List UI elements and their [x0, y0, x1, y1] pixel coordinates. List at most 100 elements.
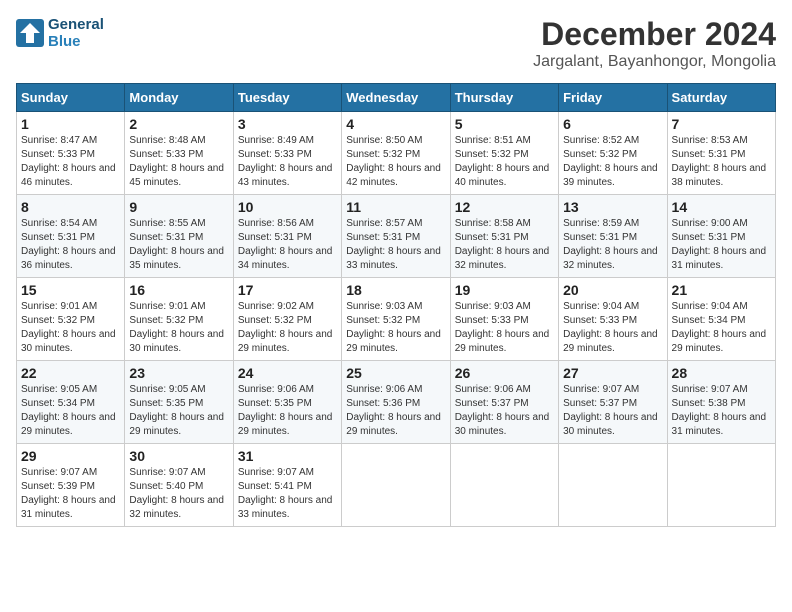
day-number: 31 [238, 448, 337, 464]
calendar-cell: 15 Sunrise: 9:01 AMSunset: 5:32 PMDayligh… [17, 278, 125, 361]
day-info: Sunrise: 9:06 AMSunset: 5:35 PMDaylight:… [238, 383, 337, 439]
day-number: 24 [238, 365, 337, 381]
calendar-week-row: 29Sunrise: 9:07 AMSunset: 5:39 PMDayligh… [17, 444, 776, 527]
month-title: December 2024 [533, 16, 776, 53]
calendar-cell: 25 Sunrise: 9:06 AMSunset: 5:36 PMDayligh… [342, 361, 450, 444]
day-info: Sunrise: 8:48 AMSunset: 5:33 PMDaylight:… [129, 134, 228, 190]
calendar-cell: 30 Sunrise: 9:07 AMSunset: 5:40 PMDayligh… [125, 444, 233, 527]
day-number: 5 [455, 116, 554, 132]
calendar-week-row: 15 Sunrise: 9:01 AMSunset: 5:32 PMDayligh… [17, 278, 776, 361]
day-number: 28 [672, 365, 771, 381]
day-info: Sunrise: 9:01 AMSunset: 5:32 PMDaylight:… [21, 300, 120, 356]
logo-line1: General [48, 16, 104, 33]
day-info: Sunrise: 8:58 AMSunset: 5:31 PMDaylight:… [455, 217, 554, 273]
logo-line2: Blue [48, 33, 104, 50]
day-info: Sunrise: 8:53 AMSunset: 5:31 PMDaylight:… [672, 134, 771, 190]
calendar-cell: 16 Sunrise: 9:01 AMSunset: 5:32 PMDayligh… [125, 278, 233, 361]
calendar-cell: 7 Sunrise: 8:53 AMSunset: 5:31 PMDaylight… [667, 112, 775, 195]
calendar-cell [559, 444, 667, 527]
day-info: Sunrise: 9:06 AMSunset: 5:36 PMDaylight:… [346, 383, 445, 439]
day-info: Sunrise: 9:02 AMSunset: 5:32 PMDaylight:… [238, 300, 337, 356]
day-info: Sunrise: 9:03 AMSunset: 5:32 PMDaylight:… [346, 300, 445, 356]
day-number: 16 [129, 282, 228, 298]
header-row: SundayMondayTuesdayWednesdayThursdayFrid… [17, 84, 776, 112]
calendar-cell [667, 444, 775, 527]
header-day: Tuesday [233, 84, 341, 112]
day-number: 22 [21, 365, 120, 381]
calendar-cell: 2 Sunrise: 8:48 AMSunset: 5:33 PMDaylight… [125, 112, 233, 195]
day-info: Sunrise: 8:51 AMSunset: 5:32 PMDaylight:… [455, 134, 554, 190]
calendar-cell: 27 Sunrise: 9:07 AMSunset: 5:37 PMDayligh… [559, 361, 667, 444]
calendar-cell: 26Sunrise: 9:06 AMSunset: 5:37 PMDayligh… [450, 361, 558, 444]
day-number: 7 [672, 116, 771, 132]
day-info: Sunrise: 8:49 AMSunset: 5:33 PMDaylight:… [238, 134, 337, 190]
calendar-cell: 8Sunrise: 8:54 AMSunset: 5:31 PMDaylight… [17, 195, 125, 278]
title-area: December 2024 Jargalant, Bayanhongor, Mo… [533, 16, 776, 71]
calendar-cell: 12 Sunrise: 8:58 AMSunset: 5:31 PMDayligh… [450, 195, 558, 278]
calendar-cell: 17 Sunrise: 9:02 AMSunset: 5:32 PMDayligh… [233, 278, 341, 361]
day-info: Sunrise: 9:04 AMSunset: 5:33 PMDaylight:… [563, 300, 662, 356]
day-number: 9 [129, 199, 228, 215]
day-info: Sunrise: 9:07 AMSunset: 5:40 PMDaylight:… [129, 466, 228, 522]
day-info: Sunrise: 8:56 AMSunset: 5:31 PMDaylight:… [238, 217, 337, 273]
calendar-cell: 22 Sunrise: 9:05 AMSunset: 5:34 PMDayligh… [17, 361, 125, 444]
day-number: 1 [21, 116, 120, 132]
calendar-cell: 4 Sunrise: 8:50 AMSunset: 5:32 PMDaylight… [342, 112, 450, 195]
day-number: 13 [563, 199, 662, 215]
header-day: Sunday [17, 84, 125, 112]
header-day: Wednesday [342, 84, 450, 112]
day-number: 3 [238, 116, 337, 132]
day-info: Sunrise: 8:55 AMSunset: 5:31 PMDaylight:… [129, 217, 228, 273]
day-number: 18 [346, 282, 445, 298]
day-info: Sunrise: 9:07 AMSunset: 5:38 PMDaylight:… [672, 383, 771, 439]
header-day: Monday [125, 84, 233, 112]
calendar-cell: 3 Sunrise: 8:49 AMSunset: 5:33 PMDaylight… [233, 112, 341, 195]
calendar-header: SundayMondayTuesdayWednesdayThursdayFrid… [17, 84, 776, 112]
calendar-week-row: 22 Sunrise: 9:05 AMSunset: 5:34 PMDayligh… [17, 361, 776, 444]
day-info: Sunrise: 9:01 AMSunset: 5:32 PMDaylight:… [129, 300, 228, 356]
day-number: 25 [346, 365, 445, 381]
calendar-week-row: 8Sunrise: 8:54 AMSunset: 5:31 PMDaylight… [17, 195, 776, 278]
day-info: Sunrise: 8:50 AMSunset: 5:32 PMDaylight:… [346, 134, 445, 190]
day-info: Sunrise: 9:04 AMSunset: 5:34 PMDaylight:… [672, 300, 771, 356]
calendar-cell: 13 Sunrise: 8:59 AMSunset: 5:31 PMDayligh… [559, 195, 667, 278]
day-info: Sunrise: 9:07 AMSunset: 5:41 PMDaylight:… [238, 466, 337, 522]
day-info: Sunrise: 9:03 AMSunset: 5:33 PMDaylight:… [455, 300, 554, 356]
calendar-cell: 21 Sunrise: 9:04 AMSunset: 5:34 PMDayligh… [667, 278, 775, 361]
logo-icon [16, 19, 44, 47]
day-number: 2 [129, 116, 228, 132]
day-info: Sunrise: 8:52 AMSunset: 5:32 PMDaylight:… [563, 134, 662, 190]
calendar-cell: 11Sunrise: 8:57 AMSunset: 5:31 PMDayligh… [342, 195, 450, 278]
day-number: 21 [672, 282, 771, 298]
day-number: 4 [346, 116, 445, 132]
day-number: 27 [563, 365, 662, 381]
calendar-cell: 5 Sunrise: 8:51 AMSunset: 5:32 PMDaylight… [450, 112, 558, 195]
calendar-cell: 20Sunrise: 9:04 AMSunset: 5:33 PMDayligh… [559, 278, 667, 361]
day-number: 12 [455, 199, 554, 215]
calendar-cell: 29Sunrise: 9:07 AMSunset: 5:39 PMDayligh… [17, 444, 125, 527]
day-info: Sunrise: 9:07 AMSunset: 5:39 PMDaylight:… [21, 466, 120, 522]
day-number: 8 [21, 199, 120, 215]
day-number: 15 [21, 282, 120, 298]
calendar-cell: 6 Sunrise: 8:52 AMSunset: 5:32 PMDaylight… [559, 112, 667, 195]
header-day: Friday [559, 84, 667, 112]
calendar-cell: 24 Sunrise: 9:06 AMSunset: 5:35 PMDayligh… [233, 361, 341, 444]
day-number: 30 [129, 448, 228, 464]
day-number: 6 [563, 116, 662, 132]
calendar-cell: 23 Sunrise: 9:05 AMSunset: 5:35 PMDayligh… [125, 361, 233, 444]
day-info: Sunrise: 9:05 AMSunset: 5:34 PMDaylight:… [21, 383, 120, 439]
calendar-cell [342, 444, 450, 527]
day-info: Sunrise: 9:07 AMSunset: 5:37 PMDaylight:… [563, 383, 662, 439]
calendar-cell: 14Sunrise: 9:00 AMSunset: 5:31 PMDayligh… [667, 195, 775, 278]
calendar-cell [450, 444, 558, 527]
calendar-cell: 10Sunrise: 8:56 AMSunset: 5:31 PMDayligh… [233, 195, 341, 278]
day-number: 23 [129, 365, 228, 381]
day-number: 19 [455, 282, 554, 298]
day-info: Sunrise: 9:05 AMSunset: 5:35 PMDaylight:… [129, 383, 228, 439]
day-number: 11 [346, 199, 445, 215]
location-title: Jargalant, Bayanhongor, Mongolia [533, 53, 776, 71]
calendar-cell: 1Sunrise: 8:47 AMSunset: 5:33 PMDaylight… [17, 112, 125, 195]
day-number: 17 [238, 282, 337, 298]
calendar-table: SundayMondayTuesdayWednesdayThursdayFrid… [16, 83, 776, 527]
day-info: Sunrise: 8:59 AMSunset: 5:31 PMDaylight:… [563, 217, 662, 273]
